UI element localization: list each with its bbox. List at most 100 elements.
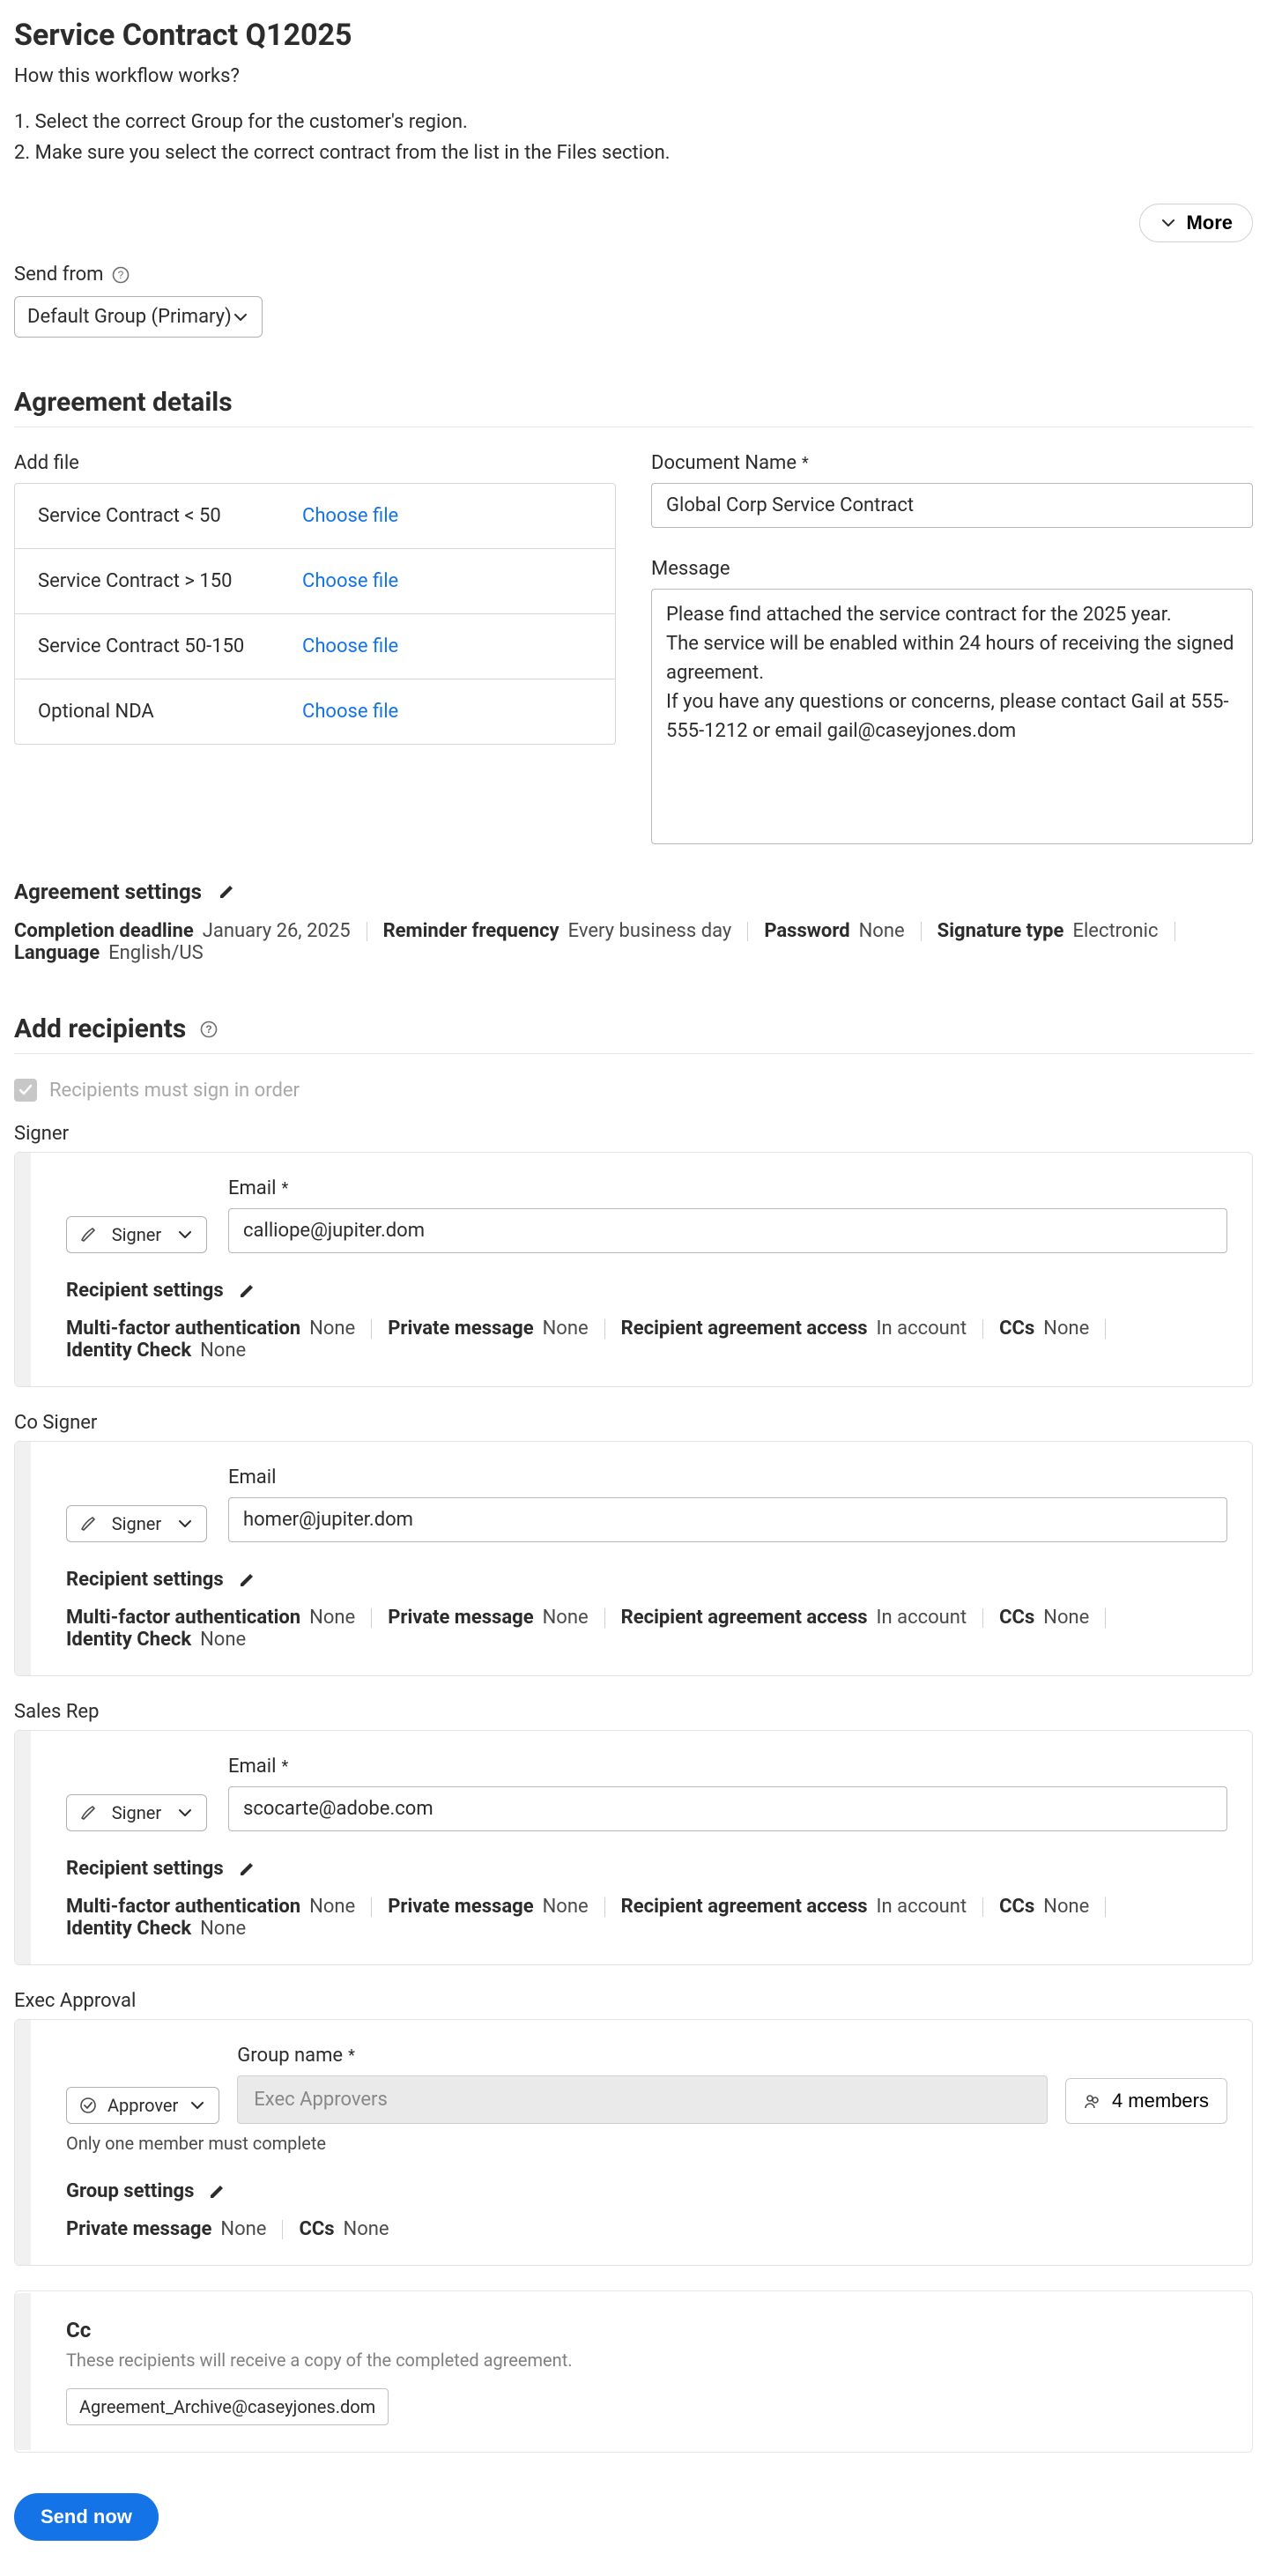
workflow-how: How this workflow works? bbox=[14, 65, 1253, 87]
role-select-signer[interactable]: Signer bbox=[66, 1216, 207, 1253]
sign-pen-icon bbox=[79, 1515, 97, 1533]
ccs-key: CCs bbox=[999, 1318, 1034, 1340]
only-one-note: Only one member must complete bbox=[66, 2133, 1227, 2154]
drag-handle[interactable] bbox=[15, 1731, 31, 1964]
pm-value: None bbox=[220, 2218, 266, 2240]
divider bbox=[14, 1053, 1253, 1054]
approve-icon bbox=[79, 2097, 97, 2114]
pencil-icon[interactable] bbox=[238, 1860, 256, 1878]
password-value: None bbox=[859, 920, 905, 942]
members-label: 4 members bbox=[1112, 2090, 1209, 2112]
raa-value: In account bbox=[877, 1607, 967, 1629]
doc-name-label: Document Name bbox=[651, 452, 797, 474]
send-from-value: Default Group (Primary) bbox=[27, 306, 232, 328]
role-select-signer[interactable]: Signer bbox=[66, 1794, 207, 1831]
required-star: * bbox=[281, 1179, 288, 1198]
mfa-key: Multi-factor authentication bbox=[66, 1318, 300, 1340]
drag-handle[interactable] bbox=[15, 1153, 31, 1386]
message-textarea[interactable]: Please find attached the service contrac… bbox=[651, 589, 1253, 844]
file-table: Service Contract < 50 Choose file Servic… bbox=[14, 483, 616, 745]
lang-value: English/US bbox=[108, 942, 204, 964]
help-icon[interactable] bbox=[200, 1021, 218, 1038]
agreement-settings-line: Completion deadlineJanuary 26, 2025 Remi… bbox=[14, 920, 1253, 964]
group-name-input[interactable]: Exec Approvers bbox=[237, 2075, 1048, 2124]
recipient-settings-heading: Recipient settings bbox=[66, 1569, 224, 1591]
divider bbox=[982, 1608, 983, 1628]
chevron-down-icon bbox=[176, 1226, 194, 1243]
id-value: None bbox=[200, 1629, 246, 1651]
cc-chip[interactable]: Agreement_Archive@caseyjones.dom bbox=[66, 2388, 389, 2425]
required-star: * bbox=[281, 1757, 288, 1776]
divider bbox=[1105, 1608, 1106, 1628]
divider bbox=[1105, 1897, 1106, 1917]
pm-value: None bbox=[543, 1318, 589, 1340]
drag-handle[interactable] bbox=[15, 2020, 31, 2265]
recipient-title-exec: Exec Approval bbox=[14, 1990, 1253, 2012]
recipient-settings-heading: Recipient settings bbox=[66, 1280, 224, 1302]
pencil-icon[interactable] bbox=[238, 1282, 256, 1300]
cc-heading: Cc bbox=[66, 2318, 1227, 2342]
send-now-button[interactable]: Send now bbox=[14, 2493, 159, 2541]
group-settings-line: Private messageNone CCsNone bbox=[66, 2218, 1227, 2240]
required-star: * bbox=[802, 454, 809, 472]
ccs-key: CCs bbox=[999, 1607, 1034, 1629]
email-input[interactable] bbox=[228, 1786, 1227, 1831]
ccs-value: None bbox=[1043, 1318, 1089, 1340]
email-input[interactable] bbox=[228, 1208, 1227, 1253]
raa-key: Recipient agreement access bbox=[621, 1896, 868, 1918]
ccs-key: CCs bbox=[299, 2218, 334, 2240]
role-value: Signer bbox=[112, 1224, 161, 1245]
sig-key: Signature type bbox=[937, 920, 1064, 942]
divider bbox=[371, 1897, 372, 1917]
role-select-approver[interactable]: Approver bbox=[66, 2087, 219, 2124]
doc-name-input[interactable] bbox=[651, 483, 1253, 528]
choose-file-link[interactable]: Choose file bbox=[302, 635, 398, 657]
email-input[interactable] bbox=[228, 1497, 1227, 1542]
chevron-down-icon bbox=[232, 308, 249, 326]
divider bbox=[982, 1897, 983, 1917]
pencil-icon[interactable] bbox=[218, 883, 235, 901]
pencil-icon[interactable] bbox=[238, 1571, 256, 1589]
send-from-select[interactable]: Default Group (Primary) bbox=[14, 296, 263, 338]
raa-value: In account bbox=[877, 1318, 967, 1340]
ccs-value: None bbox=[1043, 1896, 1089, 1918]
choose-file-link[interactable]: Choose file bbox=[302, 701, 398, 723]
drag-handle[interactable] bbox=[15, 2293, 31, 2450]
divider bbox=[604, 1319, 605, 1339]
cc-desc: These recipients will receive a copy of … bbox=[66, 2350, 1227, 2371]
sig-value: Electronic bbox=[1072, 920, 1158, 942]
divider bbox=[604, 1608, 605, 1628]
members-button[interactable]: 4 members bbox=[1065, 2078, 1227, 2124]
choose-file-link[interactable]: Choose file bbox=[302, 570, 398, 592]
divider bbox=[371, 1319, 372, 1339]
chevron-down-icon bbox=[189, 2097, 206, 2114]
file-name: Service Contract < 50 bbox=[38, 505, 302, 527]
choose-file-link[interactable]: Choose file bbox=[302, 505, 398, 527]
role-select-signer[interactable]: Signer bbox=[66, 1505, 207, 1542]
pm-key: Private message bbox=[388, 1607, 533, 1629]
mfa-value: None bbox=[309, 1607, 355, 1629]
sign-order-checkbox[interactable] bbox=[14, 1079, 37, 1102]
add-file-label: Add file bbox=[14, 452, 616, 474]
chevron-down-icon bbox=[176, 1804, 194, 1822]
divider bbox=[282, 2220, 283, 2239]
role-value: Signer bbox=[112, 1802, 161, 1823]
raa-key: Recipient agreement access bbox=[621, 1318, 868, 1340]
help-icon[interactable] bbox=[112, 266, 130, 284]
file-row: Service Contract 50-150 Choose file bbox=[15, 614, 615, 679]
pm-key: Private message bbox=[66, 2218, 211, 2240]
cc-card: Cc These recipients will receive a copy … bbox=[14, 2290, 1253, 2453]
drag-handle[interactable] bbox=[15, 1442, 31, 1675]
raa-value: In account bbox=[877, 1896, 967, 1918]
more-button[interactable]: More bbox=[1139, 204, 1253, 242]
raa-key: Recipient agreement access bbox=[621, 1607, 868, 1629]
pencil-icon[interactable] bbox=[208, 2183, 226, 2201]
divider bbox=[604, 1897, 605, 1917]
send-from-label: Send from bbox=[14, 264, 103, 286]
agreement-details-heading: Agreement details bbox=[14, 387, 1253, 418]
divider bbox=[1174, 922, 1175, 941]
id-key: Identity Check bbox=[66, 1918, 191, 1940]
mfa-key: Multi-factor authentication bbox=[66, 1607, 300, 1629]
file-row: Optional NDA Choose file bbox=[15, 679, 615, 744]
mfa-value: None bbox=[309, 1318, 355, 1340]
